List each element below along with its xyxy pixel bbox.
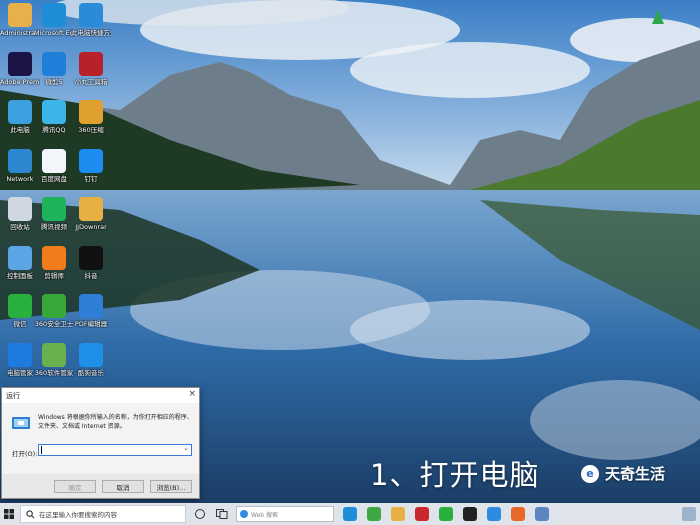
- windows-logo-icon: [4, 509, 14, 519]
- desktop-icon[interactable]: 百度网盘: [34, 148, 74, 183]
- user-folder-icon: [8, 3, 32, 27]
- desktop-icon-label: 钉钉: [84, 174, 98, 183]
- step-caption: 1、打开电脑: [370, 458, 540, 492]
- ok-button[interactable]: 确定: [54, 480, 96, 493]
- notification-icon[interactable]: [682, 507, 696, 521]
- desktop-icon-label: 360安全卫士: [34, 320, 74, 328]
- desktop-icon[interactable]: 360压缩: [71, 100, 111, 134]
- desktop-icon[interactable]: 360软件管家: [34, 342, 74, 377]
- zip-folder-icon: [79, 100, 103, 124]
- desktop-icon-label: PDF编辑器: [74, 320, 108, 328]
- desktop-icon[interactable]: 酷狗音乐: [71, 342, 111, 377]
- kugou-icon: [79, 342, 103, 367]
- wechat-icon[interactable]: [439, 507, 453, 521]
- run-app-icon: [12, 417, 30, 429]
- recycle-bin-icon: [8, 197, 32, 221]
- computer-icon: [8, 100, 32, 124]
- scissors-icon: [42, 245, 66, 270]
- premiere-icon: [8, 51, 32, 76]
- web-search-placeholder: Web 搜索: [251, 511, 278, 519]
- qq-browser-icon[interactable]: [487, 507, 501, 521]
- desktop-icon[interactable]: 腾讯视频: [34, 197, 74, 231]
- logo-icon: e: [581, 464, 599, 483]
- desktop-icon-label: 剪辑师: [44, 271, 64, 280]
- desktop-icon-label: 腾讯QQ: [42, 126, 66, 134]
- start-button[interactable]: [0, 503, 18, 525]
- open-label: 打开(O):: [12, 450, 38, 458]
- folder-icon: [79, 197, 103, 221]
- desktop-icon-label: 百度网盘: [41, 174, 67, 183]
- watermark-logo: e 天奇生活: [581, 463, 665, 484]
- security-360-icon: [42, 294, 66, 318]
- logo-text: 天奇生活: [605, 465, 666, 483]
- desktop-icon[interactable]: 微剪5: [34, 51, 74, 86]
- chevron-down-icon[interactable]: ⌄: [183, 444, 189, 452]
- shield-icon: [8, 342, 32, 367]
- web-search-toolbar[interactable]: Web 搜索: [236, 506, 334, 522]
- control-panel-icon: [8, 245, 32, 270]
- run-button-bar: 确定 取消 浏览(B)...: [2, 474, 199, 498]
- dingtalk-icon: [79, 148, 103, 173]
- browser-logo-icon: [240, 510, 248, 518]
- m-app-icon: [42, 51, 66, 76]
- software-manager-icon: [42, 342, 66, 367]
- search-icon: [26, 509, 35, 518]
- wps-icon[interactable]: [415, 507, 429, 521]
- task-view-icon[interactable]: [216, 509, 228, 519]
- edge-icon: [42, 3, 66, 27]
- desktop-icon-label: Microsoft Edge: [34, 29, 74, 37]
- desktop-icon[interactable]: 360安全卫士: [34, 294, 74, 328]
- desktop-icon-label: 腾讯视频: [41, 223, 67, 231]
- desktop-icon-label: 此电脑快捷方式: [71, 29, 111, 37]
- baidu-disk-icon: [42, 148, 66, 173]
- desktop-icon[interactable]: 腾讯QQ: [34, 100, 74, 134]
- run-dialog-titlebar[interactable]: 运行: [2, 388, 199, 403]
- desktop-icon-label: 抖音: [84, 271, 98, 280]
- mail-icon[interactable]: [535, 507, 549, 521]
- 360-browser-icon[interactable]: [367, 507, 381, 521]
- network-icon: [8, 148, 32, 173]
- desktop-icon[interactable]: 此电脑快捷方式: [71, 3, 111, 37]
- shortcut-icon: [79, 3, 103, 27]
- desktop-icon-label: JJDownrar: [75, 223, 107, 231]
- desktop-icon-label: 微剪5: [45, 77, 63, 86]
- desktop-icon-label: 360压缩: [78, 126, 104, 134]
- desktop-icon-label: 小丸工具箱: [74, 77, 108, 86]
- desktop-icon[interactable]: 钉钉: [71, 148, 111, 183]
- cortana-icon[interactable]: [195, 509, 205, 519]
- taskbar: 在这里输入你要搜索的内容 Web 搜索: [0, 503, 700, 525]
- qq-icon: [42, 100, 66, 124]
- desktop-icon[interactable]: 抖音: [71, 245, 111, 280]
- capcut-icon[interactable]: [463, 507, 477, 521]
- firefox-icon[interactable]: [511, 507, 525, 521]
- desktop-icon[interactable]: JJDownrar: [71, 197, 111, 231]
- wan-icon: [79, 51, 103, 76]
- edge-icon[interactable]: [343, 507, 357, 521]
- pdf-icon: [79, 294, 103, 318]
- desktop-icon[interactable]: 剪辑师: [34, 245, 74, 280]
- desktop-icon[interactable]: PDF编辑器: [71, 294, 111, 328]
- run-command-input[interactable]: ⌄: [38, 444, 192, 456]
- desktop: Administra...Microsoft Edge此电脑快捷方式Adobe …: [0, 0, 700, 525]
- run-dialog: 运行 × Windows 将根据你所输入的名称，为你打开相应的程序、文件夹、文档…: [1, 387, 200, 499]
- desktop-icon-label: 360软件管家: [34, 368, 74, 377]
- search-placeholder: 在这里输入你要搜索的内容: [39, 511, 117, 519]
- explorer-icon[interactable]: [391, 507, 405, 521]
- close-icon[interactable]: ×: [188, 389, 196, 399]
- browse-button[interactable]: 浏览(B)...: [150, 480, 192, 493]
- desktop-icon-label: 酷狗音乐: [78, 368, 104, 377]
- desktop-icon[interactable]: 小丸工具箱: [71, 51, 111, 86]
- taskbar-search-box[interactable]: 在这里输入你要搜索的内容: [20, 505, 186, 523]
- cancel-button[interactable]: 取消: [102, 480, 144, 493]
- tencent-video-icon: [42, 197, 66, 221]
- run-description: Windows 将根据你所输入的名称，为你打开相应的程序、文件夹、文档或 Int…: [38, 414, 193, 430]
- douyin-icon: [79, 245, 103, 270]
- wechat-icon: [8, 294, 32, 318]
- text-caret: [41, 446, 42, 454]
- desktop-icon[interactable]: Microsoft Edge: [34, 3, 74, 37]
- run-dialog-title: 运行: [6, 391, 20, 400]
